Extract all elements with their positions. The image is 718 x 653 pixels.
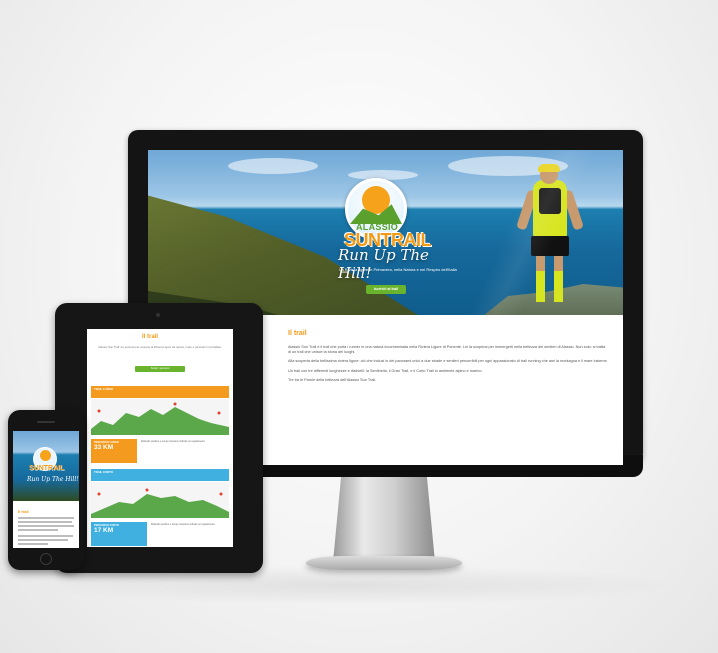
monitor-stand-base: [306, 556, 462, 570]
paragraph: Alla scoperta della bellissima riviera l…: [288, 359, 608, 364]
paragraph: Tre tra le Parole della bellezza dell'Al…: [288, 377, 377, 382]
phone-section-title: Il trail: [18, 509, 29, 514]
elevation-chart: [91, 488, 229, 518]
hero-subtitle: La Riviera ligure in Primavera, nella Na…: [339, 267, 457, 272]
speaker-icon: [37, 421, 55, 423]
cloud: [228, 158, 318, 174]
phone-tagline: Run Up The Hill!: [27, 476, 79, 483]
rocks: [478, 284, 623, 315]
route-stat-long: PERCORSO LUNGO 33 KM: [91, 439, 137, 463]
route-distance: 33 KM: [94, 444, 114, 452]
text-line: [18, 525, 74, 527]
text-line: [18, 517, 74, 519]
route-header-long: TRAIL LUNGO: [91, 386, 229, 398]
monitor-stand: [333, 476, 435, 562]
text-line: [18, 539, 68, 541]
home-button-icon[interactable]: [40, 553, 52, 565]
runner-figure: [531, 236, 569, 256]
route-distance: 17 KM: [94, 527, 114, 535]
sun-icon: [40, 450, 51, 461]
tablet-title: Il trail: [142, 334, 159, 340]
route-stat-short: PERCORSO CORTO 17 KM: [91, 522, 147, 546]
elevation-profile-long: [91, 399, 229, 435]
tablet-button[interactable]: Scopri i percorsi: [135, 366, 185, 372]
phone-logo-text: SUNTRAIL: [29, 465, 65, 472]
paragraph: Un trail con tre differenti lunghezze e …: [288, 368, 483, 373]
runner-backpack: [539, 188, 561, 214]
trail-section: Il trail Alassio Sun Trail è il trail ch…: [288, 330, 608, 387]
elevation-profile-short: [91, 482, 229, 518]
runner-figure: [554, 254, 563, 302]
runner-cap: [538, 164, 560, 172]
phone-screen: SUNTRAIL Run Up The Hill! Il trail: [13, 431, 79, 548]
runner-figure: [536, 254, 545, 302]
text-line: [18, 543, 48, 545]
text-line: [18, 521, 72, 523]
elevation-chart: [91, 402, 229, 435]
hero-cta-button[interactable]: Iscriviti al trail: [366, 285, 406, 294]
paragraph: Alassio Sun Trail è il trail che porta i…: [288, 345, 606, 355]
hero-banner: ALASSIO SUNTRAIL Run Up The Hill! La Riv…: [148, 150, 623, 315]
hero-tagline: Run Up The Hill!: [338, 246, 429, 282]
text-line: [18, 529, 58, 531]
camera-icon: [156, 313, 160, 317]
text-line: [18, 535, 73, 537]
route-info: Dislivello positivo e tempo massimo indi…: [151, 523, 216, 526]
tablet-intro: Alassio Sun Trail: tre percorsi per scop…: [98, 345, 222, 349]
section-title: Il trail: [288, 330, 307, 337]
route-info: Dislivello positivo e tempo massimo indi…: [141, 440, 206, 443]
tablet-screen: Il trail Alassio Sun Trail: tre percorsi…: [87, 329, 233, 547]
route-header-short: TRAIL CORTO: [91, 469, 229, 481]
